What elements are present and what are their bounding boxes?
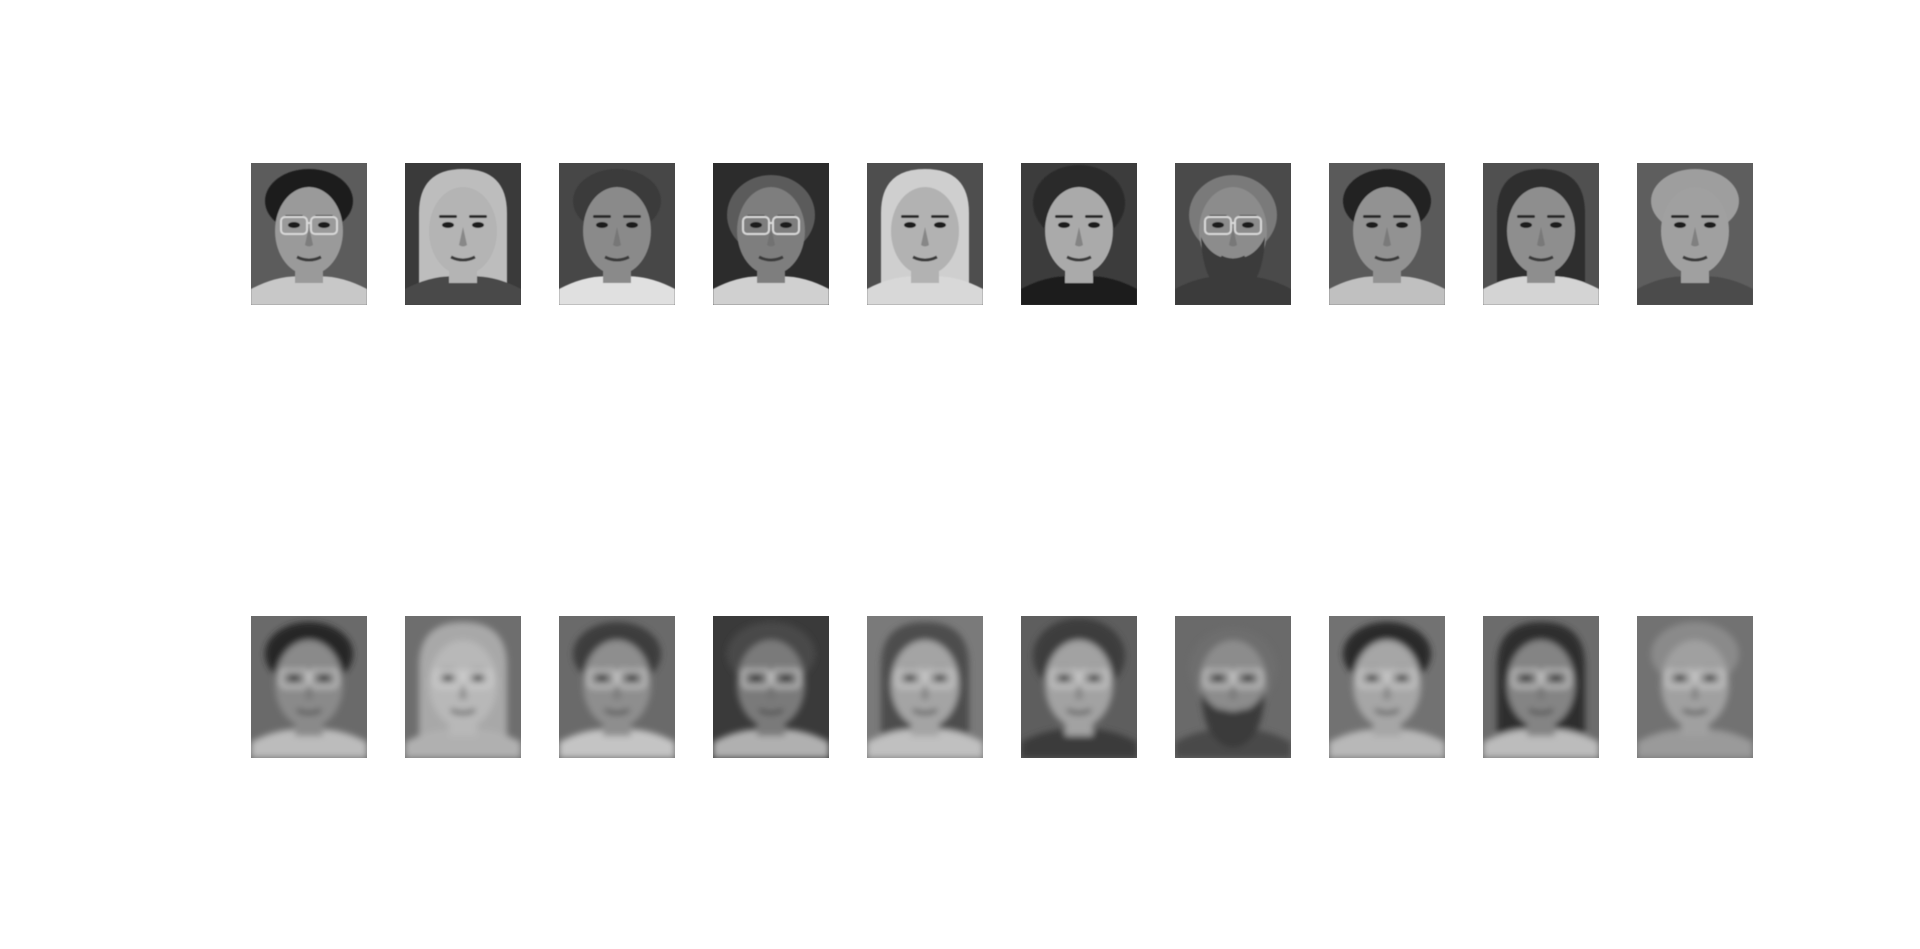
face-portrait — [405, 163, 521, 305]
face-portrait — [713, 616, 829, 758]
reconstructed-face-7 — [1175, 616, 1291, 758]
reconstructed-face-1 — [251, 616, 367, 758]
reconstructed-face-9 — [1483, 616, 1599, 758]
face-portrait — [867, 163, 983, 305]
reconstructed-face-4 — [713, 616, 829, 758]
face-portrait — [1329, 163, 1445, 305]
face-portrait — [1021, 163, 1137, 305]
face-portrait — [251, 616, 367, 758]
original-face-6 — [1021, 163, 1137, 305]
face-portrait — [559, 163, 675, 305]
reconstructed-face-10 — [1637, 616, 1753, 758]
face-portrait — [1021, 616, 1137, 758]
reconstructed-face-8 — [1329, 616, 1445, 758]
face-grid-figure — [0, 0, 1920, 949]
face-portrait — [1483, 163, 1599, 305]
original-face-2 — [405, 163, 521, 305]
face-portrait — [1637, 163, 1753, 305]
face-portrait — [1175, 616, 1291, 758]
face-portrait — [251, 163, 367, 305]
reconstructed-face-6 — [1021, 616, 1137, 758]
face-portrait — [1175, 163, 1291, 305]
original-face-10 — [1637, 163, 1753, 305]
face-portrait — [559, 616, 675, 758]
original-face-3 — [559, 163, 675, 305]
original-face-7 — [1175, 163, 1291, 305]
face-portrait — [713, 163, 829, 305]
reconstructed-faces-row — [0, 616, 1920, 758]
original-face-1 — [251, 163, 367, 305]
reconstructed-face-3 — [559, 616, 675, 758]
face-portrait — [1637, 616, 1753, 758]
reconstructed-face-5 — [867, 616, 983, 758]
original-face-9 — [1483, 163, 1599, 305]
original-faces-row — [0, 163, 1920, 305]
face-portrait — [867, 616, 983, 758]
face-portrait — [1329, 616, 1445, 758]
original-face-8 — [1329, 163, 1445, 305]
original-face-4 — [713, 163, 829, 305]
face-portrait — [405, 616, 521, 758]
face-portrait — [1483, 616, 1599, 758]
original-face-5 — [867, 163, 983, 305]
reconstructed-face-2 — [405, 616, 521, 758]
